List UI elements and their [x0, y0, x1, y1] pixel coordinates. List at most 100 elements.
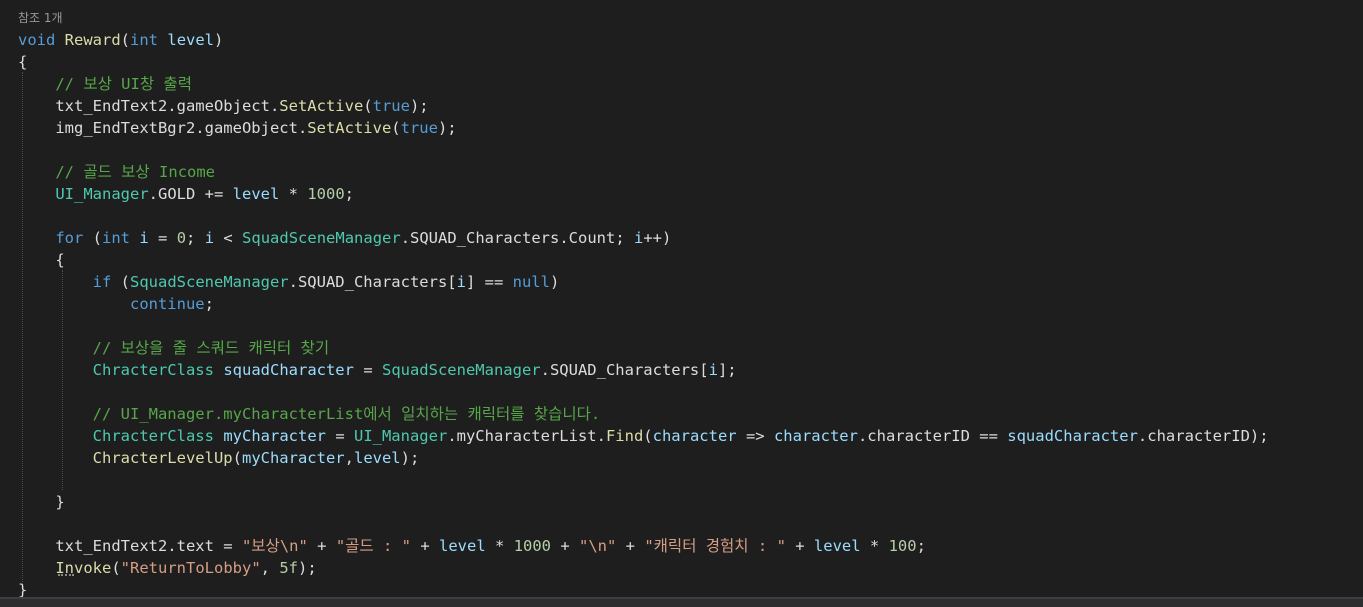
code-line[interactable]: { [18, 51, 27, 73]
code-line[interactable]: txt_EndText2.text = "보상\n" + "골드 : " + l… [18, 535, 926, 557]
code-text: = [148, 229, 177, 247]
code-text: + [411, 537, 440, 555]
code-text: { [18, 251, 65, 269]
code-text: = [325, 427, 354, 445]
keyword-token: true [400, 119, 438, 137]
keyword-token: void [18, 31, 56, 49]
keyword-token: for [55, 229, 84, 247]
code-line[interactable]: // UI_Manager.myCharacterList에서 일치하는 캐릭터… [18, 403, 601, 425]
keyword-token: null [512, 273, 550, 291]
code-line[interactable]: // 보상을 줄 스쿼드 캐릭터 찾기 [18, 337, 329, 359]
code-text: .SQUAD_Characters[ [288, 273, 457, 291]
code-text: ) [214, 31, 224, 49]
code-text: ); [437, 119, 457, 137]
string-token: "\n" [579, 537, 617, 555]
code-line[interactable]: // 골드 보상 Income [18, 161, 215, 183]
code-line[interactable]: ChracterClass squadCharacter = SquadScen… [18, 359, 737, 381]
code-line[interactable]: UI_Manager.GOLD += level * 1000; [18, 183, 354, 205]
variable-token: level [167, 31, 215, 49]
variable-token: i [139, 229, 149, 247]
variable-token: character [773, 427, 858, 445]
keyword-token: int [130, 31, 159, 49]
comment-token: // 보상 UI창 출력 [55, 75, 192, 93]
code-line[interactable]: img_EndTextBgr2.gameObject.SetActive(tru… [18, 117, 457, 139]
variable-token: level [232, 185, 280, 203]
type-token: SquadSceneManager [381, 361, 541, 379]
keyword-token: int [102, 229, 130, 247]
variable-token: myCharacter [223, 427, 326, 445]
code-line[interactable]: txt_EndText2.gameObject.SetActive(true); [18, 95, 429, 117]
method-token: Reward [64, 31, 121, 49]
code-line[interactable]: } [18, 491, 64, 513]
code-text: ; [916, 537, 926, 555]
code-text: { [18, 53, 28, 71]
code-line[interactable]: { [18, 249, 65, 271]
method-token: Find [605, 427, 644, 445]
comment-token: // UI_Manager.myCharacterList에서 일치하는 캐릭터… [92, 405, 601, 423]
code-text: ( [120, 31, 131, 49]
variable-token: level [439, 537, 486, 555]
comment-token: // 골드 보상 Income [55, 163, 216, 181]
code-text: txt_EndText2.gameObject. [18, 97, 280, 115]
code-text: ) [549, 273, 560, 291]
code-text: , [344, 449, 354, 467]
code-line[interactable]: ChracterLevelUp(myCharacter,level); [18, 447, 420, 469]
code-text: ); [400, 449, 420, 467]
code-text: .characterID == [857, 427, 1008, 445]
number-token: 0 [176, 229, 187, 247]
codelens-references[interactable]: 참조 1개 [18, 9, 63, 26]
code-text: ( [363, 97, 373, 115]
code-line[interactable]: continue; [18, 293, 214, 315]
string-token: "보상\n" [241, 537, 308, 555]
keyword-token: true [372, 97, 410, 115]
code-text: , [260, 559, 280, 577]
keyword-token: if [92, 273, 112, 291]
code-line[interactable]: if (SquadSceneManager.SQUAD_Characters[i… [18, 271, 560, 293]
code-text: ] == [465, 273, 513, 291]
code-line[interactable]: for (int i = 0; i < SquadSceneManager.SQ… [18, 227, 671, 249]
code-text: ++) [643, 229, 672, 247]
variable-token: character [652, 427, 737, 445]
method-token: SetActive [279, 97, 364, 115]
code-text: + [307, 537, 336, 555]
code-text: .myCharacterList. [447, 427, 606, 445]
code-text: ( [83, 229, 102, 247]
code-text: ; [344, 185, 354, 203]
type-token: UI_Manager [55, 185, 149, 203]
variable-token: i [456, 273, 466, 291]
code-text: ]; [717, 361, 737, 379]
code-line[interactable]: // 보상 UI창 출력 [18, 73, 192, 95]
code-text: .SQUAD_Characters.Count; [400, 229, 634, 247]
code-line[interactable]: ChracterClass myCharacter = UI_Manager.m… [18, 425, 1269, 447]
code-line[interactable]: void Reward(int level) [18, 29, 223, 51]
method-token: SetActive [307, 119, 392, 137]
variable-token: i [633, 229, 644, 247]
type-token: ChracterClass [92, 427, 214, 445]
number-token: 1000 [513, 537, 552, 555]
code-text: .GOLD += [148, 185, 233, 203]
code-text: ; [186, 229, 205, 247]
code-text: => [736, 427, 774, 445]
variable-token: squadCharacter [1007, 427, 1138, 445]
code-text: .characterID); [1137, 427, 1269, 445]
string-token: "캐릭터 경험치 : " [644, 537, 786, 555]
code-editor[interactable]: 참조 1개 void Reward(int level){ // 보상 UI창 … [0, 0, 1363, 607]
variable-token: squadCharacter [223, 361, 354, 379]
code-text: + [785, 537, 814, 555]
code-text: ); [409, 97, 429, 115]
code-text: < [214, 229, 243, 247]
